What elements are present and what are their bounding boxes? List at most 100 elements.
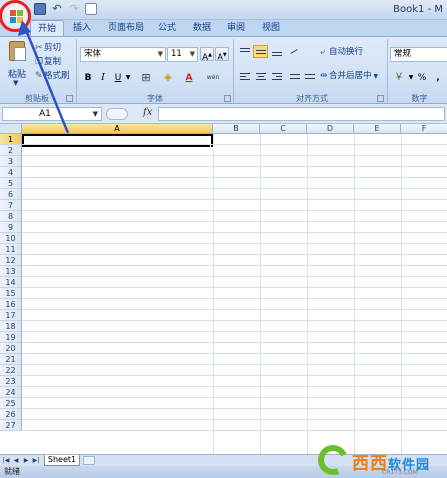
row-header[interactable]: 8 xyxy=(0,211,22,222)
font-color-button[interactable]: A xyxy=(182,70,196,84)
column-header[interactable]: C xyxy=(260,124,307,134)
formula-input[interactable] xyxy=(158,107,445,121)
tab-view[interactable]: 视图 xyxy=(257,20,285,36)
chevron-down-icon[interactable]: ▼ xyxy=(13,79,18,87)
font-size-select[interactable]: 11 ▼ xyxy=(167,47,198,62)
new-document-icon[interactable] xyxy=(85,3,97,15)
row-header[interactable]: 23 xyxy=(0,376,22,387)
row-header[interactable]: 25 xyxy=(0,398,22,409)
tab-insert[interactable]: 插入 xyxy=(68,20,96,36)
row-header[interactable]: 16 xyxy=(0,299,22,310)
row-header[interactable]: 19 xyxy=(0,332,22,343)
clipboard-launcher-icon[interactable] xyxy=(66,95,73,102)
window-title: Book1 - M xyxy=(393,4,443,15)
currency-icon[interactable]: ￥ xyxy=(391,70,407,84)
redo-icon[interactable]: ↷ xyxy=(68,3,80,15)
row-header[interactable]: 13 xyxy=(0,266,22,277)
column-header[interactable]: F xyxy=(401,124,447,134)
select-all-button[interactable] xyxy=(0,124,22,134)
row-header[interactable]: 15 xyxy=(0,288,22,299)
row-header[interactable]: 3 xyxy=(0,156,22,167)
align-center-icon[interactable] xyxy=(253,70,268,83)
row-header[interactable]: 24 xyxy=(0,387,22,398)
fill-color-icon[interactable]: ◈ xyxy=(160,70,176,84)
undo-icon[interactable]: ↶ xyxy=(51,3,63,15)
bold-button[interactable]: B xyxy=(82,70,94,84)
align-bottom-icon[interactable] xyxy=(269,45,284,58)
column-header[interactable]: E xyxy=(354,124,401,134)
first-sheet-icon[interactable]: |◀ xyxy=(2,456,10,465)
tab-data[interactable]: 数据 xyxy=(188,20,216,36)
worksheet-grid[interactable]: A B C D E F 1 2 3 4 5 6 7 8 9 10 11 12 13 14 15 16 17 18 1… xyxy=(0,124,447,454)
row-header[interactable]: 21 xyxy=(0,354,22,365)
tab-home[interactable]: 开始 xyxy=(30,20,64,36)
row-header[interactable]: 2 xyxy=(0,145,22,156)
number-format-select[interactable]: 常规 xyxy=(390,47,447,62)
gridline xyxy=(22,320,447,321)
copy-button[interactable]: ❐复制 xyxy=(35,56,61,68)
chevron-down-icon[interactable]: ▼ xyxy=(124,70,132,84)
row-header[interactable]: 22 xyxy=(0,365,22,376)
column-header[interactable]: B xyxy=(213,124,260,134)
row-header[interactable]: 1 xyxy=(0,134,22,145)
indent-decrease-icon[interactable] xyxy=(287,70,302,83)
gridline xyxy=(22,430,447,431)
prev-sheet-icon[interactable]: ◀ xyxy=(12,456,20,465)
row-header[interactable]: 27 xyxy=(0,420,22,431)
insert-sheet-icon[interactable] xyxy=(83,456,95,465)
save-icon[interactable] xyxy=(34,3,46,15)
formula-bar-toggle[interactable] xyxy=(106,108,128,120)
row-header[interactable]: 17 xyxy=(0,310,22,321)
italic-button[interactable]: I xyxy=(97,70,109,84)
active-cell[interactable] xyxy=(22,134,213,147)
row-header[interactable]: 11 xyxy=(0,244,22,255)
gridline xyxy=(22,419,447,420)
format-painter-label: 格式刷 xyxy=(44,71,70,81)
row-header[interactable]: 18 xyxy=(0,321,22,332)
comma-button[interactable]: , xyxy=(432,70,444,84)
grow-font-button[interactable]: A▲ xyxy=(200,47,214,63)
row-header[interactable]: 5 xyxy=(0,178,22,189)
chevron-down-icon[interactable]: ▼ xyxy=(407,70,415,84)
cut-button[interactable]: ✂剪切 xyxy=(35,42,61,54)
tab-page-layout[interactable]: 页面布局 xyxy=(102,20,150,36)
underline-button[interactable]: U xyxy=(112,70,124,84)
sheet-tab[interactable]: Sheet1 xyxy=(44,455,80,466)
row-header[interactable]: 9 xyxy=(0,222,22,233)
row-header[interactable]: 12 xyxy=(0,255,22,266)
tab-formulas[interactable]: 公式 xyxy=(153,20,181,36)
format-painter-button[interactable]: ✎格式刷 xyxy=(35,70,70,82)
font-name-select[interactable]: 宋体 ▼ xyxy=(80,47,166,62)
row-header[interactable]: 14 xyxy=(0,277,22,288)
row-header[interactable]: 4 xyxy=(0,167,22,178)
orientation-icon[interactable] xyxy=(287,45,302,58)
font-launcher-icon[interactable] xyxy=(224,95,231,102)
name-box-value: A1 xyxy=(39,109,51,119)
row-header[interactable]: 7 xyxy=(0,200,22,211)
percent-button[interactable]: % xyxy=(416,70,428,84)
name-box[interactable]: A1 ▼ xyxy=(2,107,102,121)
row-header[interactable]: 26 xyxy=(0,409,22,420)
wrap-text-button[interactable]: ⤶ 自动换行 xyxy=(320,46,363,58)
merge-center-button[interactable]: ⇹合并后居中 ▼ xyxy=(320,70,378,82)
align-left-icon[interactable] xyxy=(237,70,252,83)
indent-increase-icon[interactable] xyxy=(302,70,317,83)
row-header[interactable]: 10 xyxy=(0,233,22,244)
border-icon[interactable]: ⊞ xyxy=(137,70,155,84)
last-sheet-icon[interactable]: ▶| xyxy=(32,456,40,465)
paste-icon[interactable] xyxy=(9,41,26,61)
gridline xyxy=(22,166,447,167)
phonetic-button[interactable]: wén xyxy=(205,70,221,84)
insert-function-button[interactable]: fx xyxy=(143,107,152,118)
column-header[interactable]: D xyxy=(307,124,354,134)
tab-review[interactable]: 审阅 xyxy=(222,20,250,36)
row-header[interactable]: 6 xyxy=(0,189,22,200)
alignment-launcher-icon[interactable] xyxy=(377,95,384,102)
align-middle-icon[interactable] xyxy=(253,45,268,58)
next-sheet-icon[interactable]: ▶ xyxy=(22,456,30,465)
align-top-icon[interactable] xyxy=(237,45,252,58)
shrink-font-button[interactable]: A▼ xyxy=(215,47,229,62)
align-right-icon[interactable] xyxy=(269,70,284,83)
column-header[interactable]: A xyxy=(22,124,213,134)
row-header[interactable]: 20 xyxy=(0,343,22,354)
